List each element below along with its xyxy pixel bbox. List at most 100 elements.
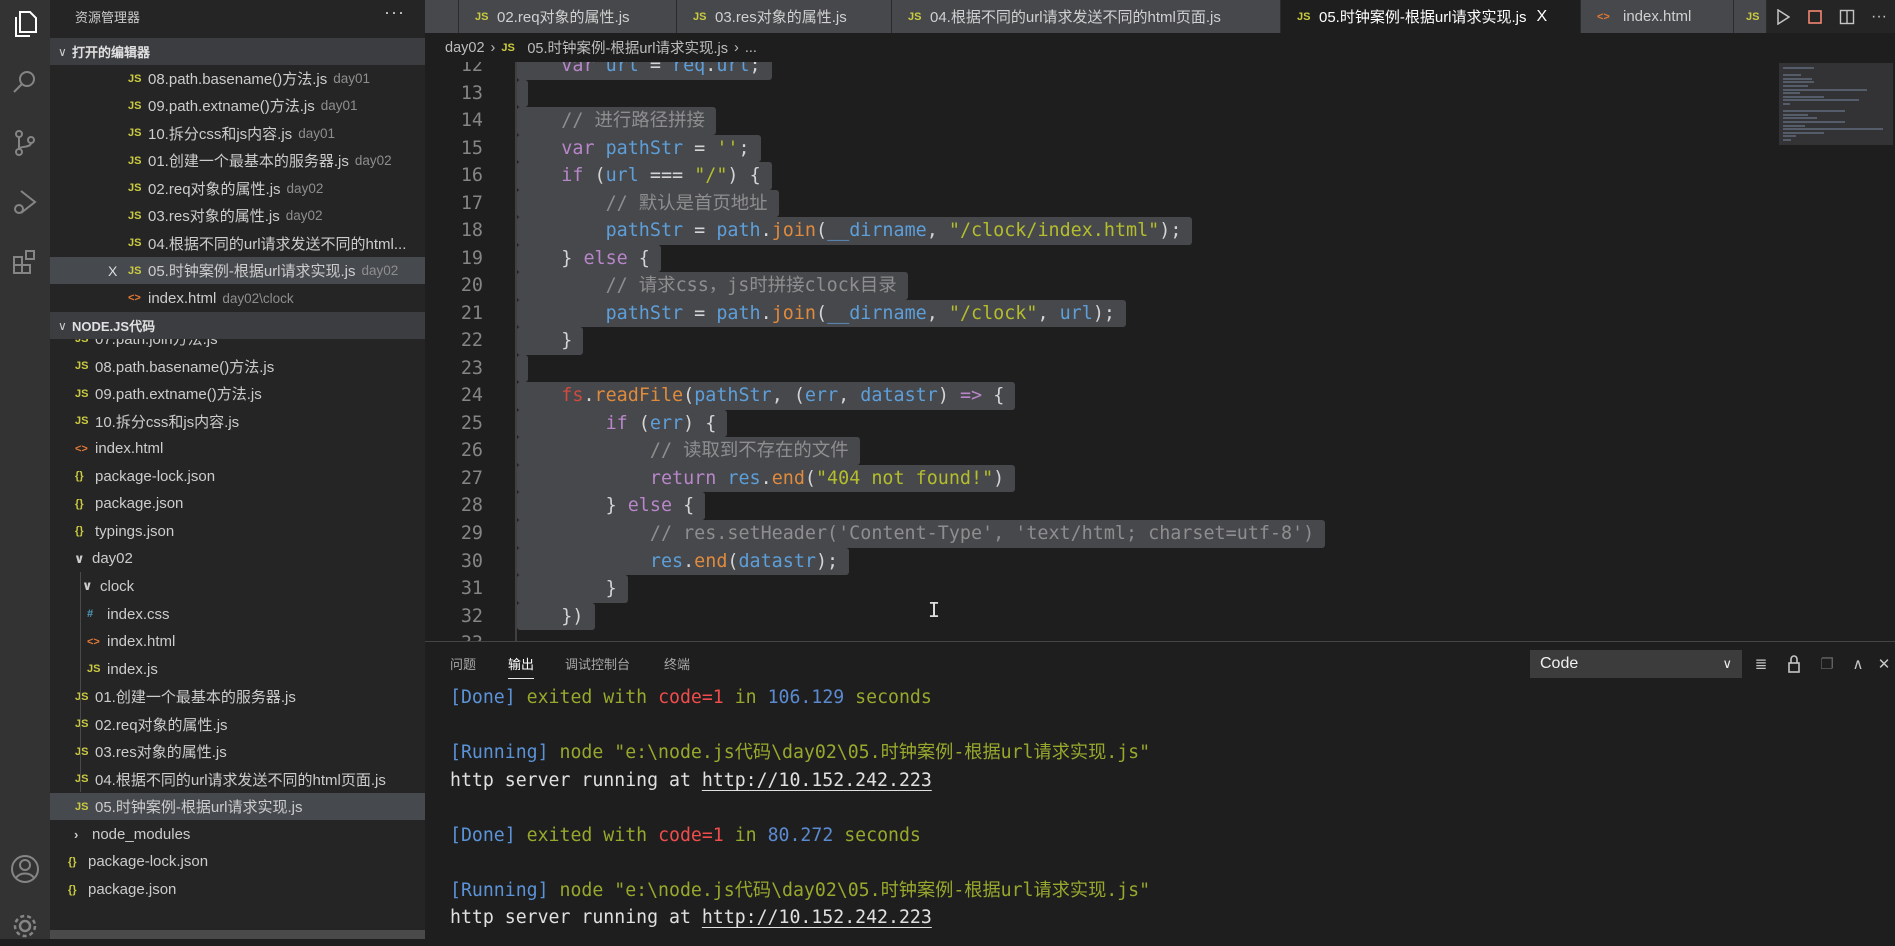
output-link[interactable]: http://10.152.242.223 (702, 907, 932, 928)
panel-tab[interactable]: 问题 (450, 654, 476, 673)
source-control-icon[interactable] (5, 123, 45, 163)
code-line[interactable] (517, 354, 529, 383)
tree-item[interactable]: JS 05.时钟案例-根据url请求实现.js (50, 793, 425, 821)
code-line[interactable]: res.end(datastr); (517, 547, 850, 576)
code-line[interactable]: } else { (517, 492, 706, 520)
breadcrumb-file[interactable]: 05.时钟案例-根据url请求实现.js (527, 37, 728, 58)
tree-item[interactable]: JS07.path.join方法.js (50, 339, 425, 352)
code-line[interactable] (517, 79, 529, 108)
tab[interactable]: JS (1734, 0, 1767, 33)
code-token: ( (627, 412, 650, 434)
explorer-icon[interactable] (5, 4, 45, 44)
code-line[interactable]: } (517, 327, 584, 355)
panel-tab[interactable]: 终端 (664, 654, 690, 673)
code-editor[interactable]: 12 var url = req.url; 13 14 // 进行路径拼接 15… (425, 62, 1775, 641)
code-line[interactable]: }) (517, 602, 595, 631)
tree-item[interactable]: ∨ day02 (50, 545, 425, 572)
search-icon[interactable] (5, 62, 45, 102)
account-icon[interactable] (5, 849, 45, 889)
more-actions-icon[interactable]: ··· (384, 2, 405, 23)
tree-item[interactable]: JS 08.path.basename()方法.js (50, 353, 425, 380)
tab[interactable]: JS 02.req对象的属性.js (459, 0, 677, 33)
open-editor-item[interactable]: JS 09.path.extname()方法.js day01 (50, 92, 425, 119)
open-editor-item[interactable]: JS 03.res对象的属性.js day02 (50, 202, 425, 229)
copy-icon[interactable]: ❐ (1816, 652, 1838, 676)
selection-highlight: }) (517, 602, 595, 631)
settings-gear-icon[interactable] (5, 906, 45, 946)
code-line[interactable]: if (err) { (517, 409, 728, 438)
output-channel-select[interactable]: Code ∨ (1530, 650, 1742, 678)
open-editor-item[interactable]: JS 10.拆分css和js内容.js day01 (50, 120, 425, 147)
output-link[interactable]: http://10.152.242.223 (702, 770, 932, 791)
open-editor-item[interactable]: JS 02.req对象的属性.js day02 (50, 175, 425, 202)
split-editor-icon[interactable] (1831, 0, 1863, 33)
tree-item[interactable]: JS index.js (50, 656, 425, 683)
breadcrumb-symbol[interactable]: ... (745, 40, 757, 56)
open-editor-item[interactable]: <> index.html day02\clock (50, 285, 425, 312)
file-name: 03.res对象的属性.js (148, 208, 280, 226)
line-number: 19 (460, 247, 483, 269)
panel-tab[interactable]: 调试控制台 (565, 654, 630, 673)
output-token: [Running] (450, 742, 549, 764)
tree-item[interactable]: › node_modules (50, 821, 425, 848)
code-line[interactable]: // 请求css，js时拼接clock目录 (517, 272, 908, 300)
code-line[interactable]: var pathStr = ''; (517, 134, 761, 163)
open-editor-item[interactable]: JS 04.根据不同的url请求发送不同的html... (50, 230, 425, 257)
run-icon[interactable] (1767, 0, 1799, 33)
open-editor-item[interactable]: JS 08.path.basename()方法.js day01 (50, 65, 425, 92)
code-line[interactable]: return res.end("404 not found!") (517, 464, 1016, 493)
code-line[interactable]: pathStr = path.join(__dirname, "/clock/i… (517, 217, 1193, 245)
tree-item[interactable]: JS 10.拆分css和js内容.js (50, 408, 425, 435)
tree-item[interactable]: {} typings.json (50, 518, 425, 545)
tree-item[interactable]: {} package.json (50, 490, 425, 517)
tab[interactable]: <> index.html (1581, 0, 1734, 33)
tab-active[interactable]: JS 05.时钟案例-根据url请求实现.js X (1281, 0, 1581, 33)
code-line[interactable]: if (url === "/") { (517, 162, 772, 190)
open-editor-item[interactable]: JS 01.创建一个最基本的服务器.js day02 (50, 147, 425, 174)
maximize-icon[interactable]: ∧ (1847, 652, 1869, 676)
open-editors-header[interactable]: ∨ 打开的编辑器 (50, 38, 425, 65)
extensions-icon[interactable] (5, 242, 45, 282)
selection-highlight: var url = req.url; (517, 62, 772, 80)
panel-tab[interactable]: 输出 (508, 654, 535, 679)
tree-item[interactable]: {} package.json (50, 876, 425, 903)
close-icon[interactable]: X (1537, 8, 1548, 26)
code-line[interactable]: // res.setHeader('Content-Type', 'text/h… (517, 520, 1326, 548)
tree-item[interactable]: {} package-lock.json (50, 463, 425, 490)
tree-item[interactable]: {} package-lock.json (50, 848, 425, 875)
tree-item[interactable]: JS 02.req对象的属性.js (50, 711, 425, 738)
code-line[interactable]: pathStr = path.join(__dirname, "/clock",… (517, 299, 1127, 328)
stop-icon[interactable] (1799, 0, 1831, 33)
code-line[interactable]: // 默认是首页地址 (517, 189, 779, 218)
code-token: . (760, 302, 772, 324)
tree-item[interactable]: JS 03.res对象的属性.js (50, 738, 425, 765)
tree-item[interactable]: # index.css (50, 601, 425, 628)
code-line[interactable]: // 进行路径拼接 (517, 107, 716, 135)
breadcrumb-folder[interactable]: day02 (445, 40, 485, 56)
tree-item[interactable]: <> index.html (50, 435, 425, 462)
tab[interactable]: JS 04.根据不同的url请求发送不同的html页面.js (892, 0, 1281, 33)
tree-item[interactable]: <> index.html (50, 628, 425, 655)
open-editor-item[interactable]: X JS 05.时钟案例-根据url请求实现.js day02 (50, 257, 425, 285)
more-icon[interactable]: ··· (1863, 0, 1895, 33)
tab[interactable]: JS 03.res对象的属性.js (677, 0, 892, 33)
tree-item[interactable]: JS 09.path.extname()方法.js (50, 380, 425, 407)
code-line[interactable]: } (517, 575, 628, 603)
code-line[interactable]: // 读取到不存在的文件 (517, 437, 860, 465)
tree-item[interactable]: ∨ clock (50, 573, 425, 600)
code-line[interactable]: fs.readFile(pathStr, (err, datastr) => { (517, 382, 1016, 410)
clear-output-icon[interactable]: ≣ (1750, 652, 1772, 676)
code-line[interactable]: var url = req.url; (517, 62, 772, 80)
lock-icon[interactable] (1783, 652, 1805, 676)
sidebar-scrollbar[interactable] (50, 930, 425, 939)
folder-header[interactable]: ∨ NODE.JS代码 (50, 312, 425, 339)
minimap[interactable] (1779, 63, 1893, 145)
code-line[interactable]: } else { (517, 244, 661, 273)
close-icon[interactable]: X (108, 263, 128, 279)
tree-item[interactable]: JS 01.创建一个最基本的服务器.js (50, 683, 425, 710)
tab[interactable] (425, 0, 459, 33)
close-icon[interactable]: ✕ (1873, 652, 1895, 676)
code-token: { (627, 247, 650, 269)
run-debug-icon[interactable] (5, 182, 45, 222)
tree-item[interactable]: JS 04.根据不同的url请求发送不同的html页面.js (50, 766, 425, 793)
